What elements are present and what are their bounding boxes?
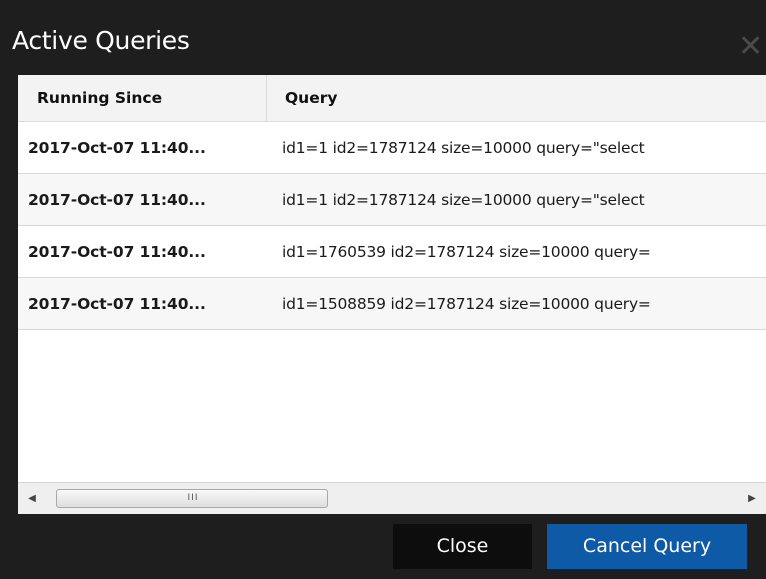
query-cell: id1=1 id2=1787124 size=10000 query="sele… (282, 139, 645, 157)
running-since-cell: 2017-Oct-07 11:40... (28, 191, 206, 209)
active-queries-dialog: Active Queries ✕ Running Since Query 201… (0, 0, 766, 579)
scroll-left-arrow-icon[interactable]: ◀ (22, 483, 42, 514)
grip-icon: III (187, 493, 199, 503)
table-body: 2017-Oct-07 11:40... id1=1 id2=1787124 s… (18, 122, 766, 330)
query-cell: id1=1760539 id2=1787124 size=10000 query… (282, 243, 651, 261)
running-since-cell: 2017-Oct-07 11:40... (28, 139, 206, 157)
close-button[interactable]: Close (393, 524, 532, 569)
scroll-right-arrow-icon[interactable]: ▶ (742, 483, 762, 514)
running-since-cell: 2017-Oct-07 11:40... (28, 243, 206, 261)
table-row[interactable]: 2017-Oct-07 11:40... id1=1 id2=1787124 s… (18, 174, 766, 226)
table-row[interactable]: 2017-Oct-07 11:40... id1=1508859 id2=178… (18, 278, 766, 330)
table-header: Running Since Query (18, 75, 766, 122)
scrollbar-thumb[interactable]: III (56, 489, 328, 508)
column-header-query[interactable]: Query (268, 75, 766, 121)
dialog-title: Active Queries (12, 26, 190, 55)
cancel-query-button[interactable]: Cancel Query (547, 524, 747, 569)
table-row[interactable]: 2017-Oct-07 11:40... id1=1 id2=1787124 s… (18, 122, 766, 174)
table-row[interactable]: 2017-Oct-07 11:40... id1=1760539 id2=178… (18, 226, 766, 278)
horizontal-scrollbar[interactable]: ◀ III ▶ (18, 482, 766, 514)
query-cell: id1=1508859 id2=1787124 size=10000 query… (282, 295, 651, 313)
query-cell: id1=1 id2=1787124 size=10000 query="sele… (282, 191, 645, 209)
queries-table: Running Since Query 2017-Oct-07 11:40...… (18, 75, 766, 514)
close-icon[interactable]: ✕ (738, 30, 766, 64)
running-since-cell: 2017-Oct-07 11:40... (28, 295, 206, 313)
dialog-title-bar: Active Queries ✕ (0, 0, 766, 82)
column-header-running-since[interactable]: Running Since (18, 75, 267, 121)
